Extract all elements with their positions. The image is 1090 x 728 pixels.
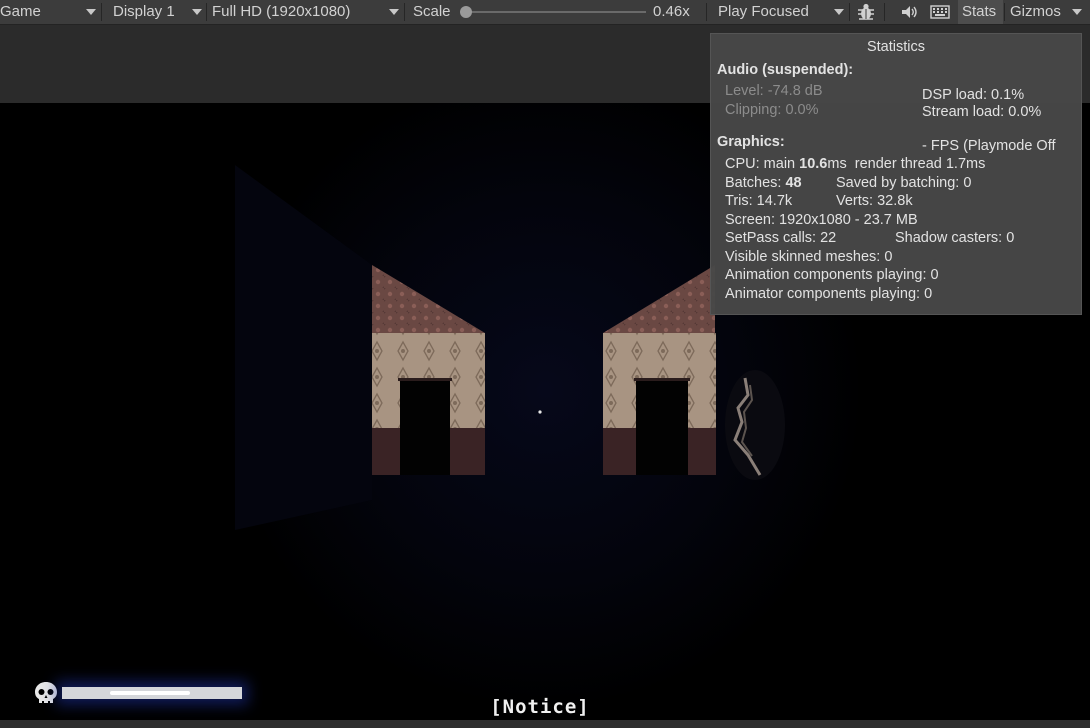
bug-icon[interactable] <box>855 0 877 24</box>
cpu-main-value: 10.6 <box>799 156 828 172</box>
tris-stat: Tris: 14.7k <box>725 193 793 209</box>
scale-slider-handle[interactable] <box>460 6 472 18</box>
cpu-suffix: ms render thread 1.7ms <box>827 156 986 172</box>
speaker-icon[interactable] <box>899 0 919 24</box>
batches-prefix: Batches: <box>725 175 782 191</box>
audio-clipping: Clipping: 0.0% <box>725 102 819 118</box>
resolution-dropdown[interactable]: Full HD (1920x1080) <box>212 0 350 24</box>
toolbar-separator <box>101 3 102 21</box>
health-bar-glint <box>110 691 190 695</box>
play-mode-dropdown[interactable]: Play Focused <box>718 0 809 24</box>
game-tab-label[interactable]: Game <box>0 0 41 24</box>
gizmos-button[interactable]: Gizmos <box>1010 0 1061 24</box>
scale-slider-track[interactable] <box>466 11 646 13</box>
stats-button[interactable]: Stats <box>962 0 996 24</box>
toolbar-separator <box>706 3 707 21</box>
resolution-dropdown-arrow-icon[interactable] <box>389 9 399 15</box>
scale-label: Scale <box>413 3 451 20</box>
crosshair-dot <box>538 410 542 414</box>
fps-readout: - FPS (Playmode Off <box>922 138 1056 154</box>
play-mode-dropdown-arrow-icon[interactable] <box>834 9 844 15</box>
skinned-meshes-stat: Visible skinned meshes: 0 <box>725 249 893 265</box>
saved-by-batching: Saved by batching: 0 <box>836 175 972 191</box>
gizmos-dropdown-arrow-icon[interactable] <box>1072 9 1082 15</box>
batches-stat: Batches: 48 <box>725 175 802 191</box>
statistics-panel: Statistics Audio (suspended): Level: -74… <box>710 33 1082 315</box>
shadow-casters-stat: Shadow casters: 0 <box>895 230 1015 246</box>
game-view-bottom-border <box>0 720 1090 728</box>
graphics-header: Graphics: <box>717 134 785 150</box>
toolbar-separator <box>206 3 207 21</box>
game-dropdown-arrow-icon[interactable] <box>86 9 96 15</box>
game-view-toolbar: Game Display 1 Full HD (1920x1080) Scale… <box>0 0 1090 25</box>
keyboard-icon[interactable] <box>929 0 951 24</box>
screen-stat: Screen: 1920x1080 - 23.7 MB <box>725 212 918 228</box>
shadow-figure <box>725 370 785 480</box>
animator-components-stat: Animator components playing: 0 <box>725 286 933 302</box>
skull-icon <box>35 682 57 703</box>
stats-title: Statistics <box>866 39 925 55</box>
display-dropdown-arrow-icon[interactable] <box>192 9 202 15</box>
notice-label: [Notice] <box>490 696 590 718</box>
toolbar-separator <box>1004 3 1005 21</box>
animation-components-stat: Animation components playing: 0 <box>725 267 939 283</box>
audio-header: Audio (suspended): <box>717 62 854 78</box>
cpu-prefix: CPU: main <box>725 156 796 172</box>
scale-value: 0.46x <box>653 3 690 20</box>
toolbar-separator <box>849 3 850 21</box>
cpu-stats: CPU: main 10.6ms render thread 1.7ms <box>725 156 985 172</box>
toolbar-separator <box>884 3 885 21</box>
setpass-stat: SetPass calls: 22 <box>725 230 837 246</box>
audio-level: Level: -74.8 dB <box>725 83 823 99</box>
display-dropdown[interactable]: Display 1 <box>113 0 175 24</box>
dsp-load: DSP load: 0.1% <box>922 87 1025 103</box>
toolbar-separator <box>404 3 405 21</box>
stream-load: Stream load: 0.0% <box>922 104 1042 120</box>
verts-stat: Verts: 32.8k <box>836 193 913 209</box>
batches-value: 48 <box>785 175 802 191</box>
